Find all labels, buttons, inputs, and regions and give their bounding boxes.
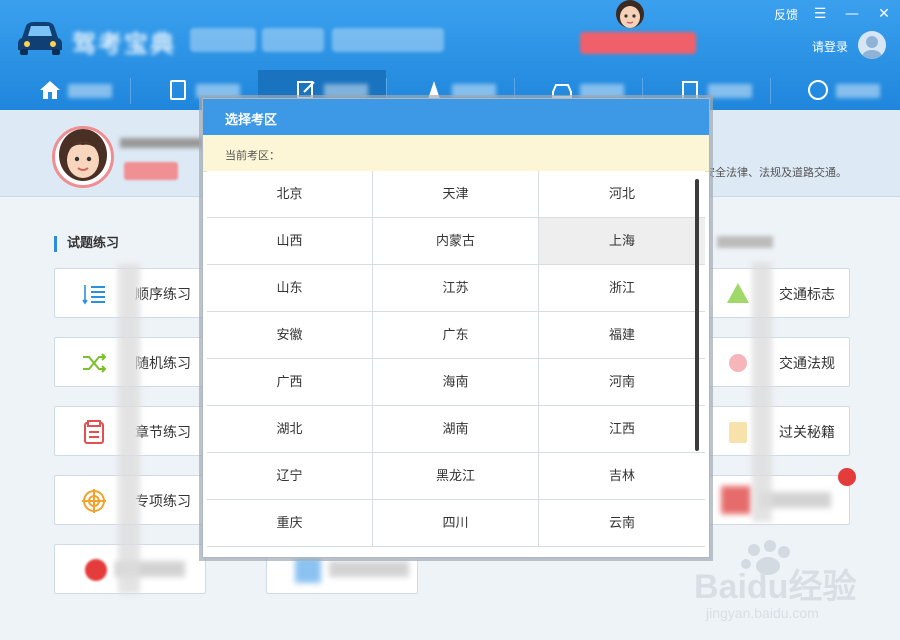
region-option[interactable]: 河北 — [539, 171, 705, 218]
dialog-header: 选择考区 — [203, 99, 709, 135]
region-option[interactable]: 广西 — [207, 359, 373, 406]
practice-section-title: 试题练习 — [54, 236, 119, 252]
globe-icon — [808, 80, 828, 100]
region-option[interactable]: 浙江 — [539, 265, 705, 312]
region-option[interactable]: 辽宁 — [207, 453, 373, 500]
mascot-icon — [616, 0, 644, 28]
region-select-dialog: 选择考区 当前考区： 北京 天津 河北山西 内蒙古 上海山东 江苏 浙江安徽 广东 福建广西 海南… — [202, 98, 710, 558]
card-label: 专项练习 — [135, 494, 191, 510]
app-header: 驾考宝典 反馈 ☰ — ✕ 请登录 — [0, 0, 900, 110]
region-grid-scroll[interactable]: 北京 天津 河北山西 内蒙古 上海山东 江苏 浙江安徽 广东 福建广西 海南 河南湖北 湖南 江西辽宁黑… — [207, 171, 705, 549]
region-option[interactable]: 天津 — [373, 171, 539, 218]
region-option[interactable]: 重庆 — [207, 500, 373, 547]
region-option[interactable]: 云南 — [539, 500, 705, 547]
login-link[interactable]: 请登录 — [812, 38, 848, 55]
region-option[interactable]: 湖北 — [207, 406, 373, 453]
header-tab-blurred[interactable] — [190, 28, 256, 52]
baidu-watermark: Baidu经验 jingyan.baidu.com — [694, 540, 856, 621]
region-option[interactable]: 海南 — [373, 359, 539, 406]
region-option[interactable]: 上海 — [539, 218, 705, 265]
profile-avatar[interactable] — [52, 126, 114, 188]
blur-overlay — [118, 264, 140, 594]
minimize-icon[interactable]: — — [842, 4, 862, 24]
nav-item-home[interactable] — [2, 70, 130, 110]
region-option[interactable]: 江西 — [539, 406, 705, 453]
mistakes-icon — [85, 559, 107, 581]
user-silhouette-icon — [862, 36, 882, 59]
region-option[interactable]: 安徽 — [207, 312, 373, 359]
card-label: 交通法规 — [779, 356, 835, 372]
feedback-link[interactable]: 反馈 — [774, 6, 798, 23]
card-label-blurred — [329, 561, 409, 577]
region-option[interactable]: 四川 — [373, 500, 539, 547]
traffic-laws-card[interactable]: 交通法规 — [698, 337, 850, 387]
username-blurred — [120, 138, 204, 148]
notice-text: 安全法律、法规及道路交通。 — [704, 166, 847, 179]
region-option[interactable]: 山东 — [207, 265, 373, 312]
document-icon — [170, 80, 186, 100]
law-icon — [729, 354, 747, 372]
collection-icon — [295, 557, 321, 583]
home-icon — [40, 81, 60, 99]
knowledge-section-title — [704, 236, 773, 253]
nav-item-more[interactable] — [770, 70, 898, 110]
region-option[interactable]: 江苏 — [373, 265, 539, 312]
girl-avatar-icon — [59, 129, 107, 181]
card-label: 过关秘籍 — [779, 425, 835, 441]
traffic-sign-icon — [727, 283, 749, 303]
region-option[interactable]: 黑龙江 — [373, 453, 539, 500]
list-icon — [82, 285, 105, 305]
tips-book-card[interactable]: 过关秘籍 — [698, 406, 850, 456]
book-icon — [729, 422, 747, 443]
region-option[interactable]: 北京 — [207, 171, 373, 218]
blurred-card-icon — [721, 486, 751, 514]
close-icon[interactable]: ✕ — [874, 4, 894, 24]
card-label: 随机练习 — [135, 356, 191, 372]
promo-banner[interactable] — [580, 32, 696, 54]
card-label: 章节练习 — [135, 425, 191, 441]
region-option[interactable]: 河南 — [539, 359, 705, 406]
watermark-brand: Baidu经验 — [694, 567, 856, 606]
watermark-url: jingyan.baidu.com — [705, 605, 819, 621]
shuffle-icon — [83, 353, 107, 373]
current-region-label: 当前考区： — [225, 149, 280, 162]
header-tab-blurred[interactable] — [262, 28, 324, 52]
region-option[interactable]: 吉林 — [539, 453, 705, 500]
region-option[interactable]: 内蒙古 — [373, 218, 539, 265]
card-label: 顺序练习 — [135, 287, 191, 303]
header-tab-blurred[interactable] — [332, 28, 444, 52]
notebook-icon — [84, 420, 104, 444]
card-label: 交通标志 — [779, 287, 835, 303]
car-logo-icon — [18, 22, 62, 55]
notification-dot — [838, 468, 856, 486]
traffic-signs-card[interactable]: 交通标志 — [698, 268, 850, 318]
dialog-title: 选择考区 — [225, 113, 278, 128]
app-title: 驾考宝典 — [72, 30, 176, 58]
region-option[interactable]: 福建 — [539, 312, 705, 359]
target-icon — [82, 489, 106, 513]
scrollbar-thumb[interactable] — [695, 179, 699, 451]
level-badge-blurred — [124, 162, 178, 180]
user-avatar[interactable] — [858, 31, 886, 59]
menu-icon[interactable]: ☰ — [810, 4, 830, 24]
blurred-card[interactable] — [698, 475, 850, 525]
current-region-bar: 当前考区： — [203, 135, 709, 172]
region-option[interactable]: 湖南 — [373, 406, 539, 453]
region-option[interactable]: 广东 — [373, 312, 539, 359]
region-option[interactable]: 山西 — [207, 218, 373, 265]
blur-overlay — [752, 262, 772, 522]
